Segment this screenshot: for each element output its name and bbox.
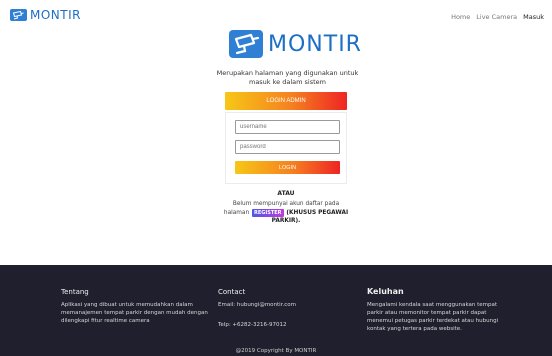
top-navbar: MONTIR Home Live Camera Masuk	[0, 0, 552, 28]
cctv-camera-icon	[229, 30, 263, 58]
copyright: @2019 Copyright By MONTIR	[235, 348, 317, 354]
main-nav: Home Live Camera Masuk	[451, 13, 544, 21]
footer-phone: Telp: +6282-3216-97012	[218, 322, 287, 328]
register-note: Belum mempunyai akun daftar pada halaman…	[222, 200, 350, 226]
site-footer: Tentang Aplikasi yang dibuat untuk memud…	[0, 265, 552, 356]
hero-logo-text: MONTIR	[268, 31, 362, 57]
footer-about-title: Tentang	[61, 288, 89, 296]
hero-logo: MONTIR	[229, 30, 362, 58]
login-button[interactable]: LOGIN	[235, 161, 340, 174]
brand-link[interactable]: MONTIR	[10, 8, 81, 22]
brand-name: MONTIR	[30, 8, 81, 22]
footer-contact-title: Contact	[218, 288, 246, 296]
or-divider: ATAU	[277, 190, 295, 197]
footer-email: Email: hubungi@montir.com	[218, 302, 296, 308]
footer-complaint: Keluhan Mengalami kendala saat menggunak…	[367, 287, 507, 333]
footer-about-text: Aplikasi yang dibuat untuk memudahkan da…	[61, 302, 208, 324]
password-input[interactable]	[235, 140, 340, 154]
nav-masuk[interactable]: Masuk	[523, 13, 544, 21]
nav-home[interactable]: Home	[451, 13, 470, 21]
footer-contact: Contact Email: hubungi@montir.com Telp: …	[218, 288, 338, 329]
page-subtitle: Merupakan halaman yang digunakan untuk m…	[216, 69, 359, 86]
username-input[interactable]	[235, 120, 340, 134]
register-link[interactable]: REGISTER	[252, 208, 284, 217]
footer-complaint-title: Keluhan	[367, 287, 404, 296]
login-form-card: LOGIN	[225, 112, 347, 184]
login-admin-button[interactable]: LOGIN ADMIN	[225, 92, 347, 110]
footer-about: Tentang Aplikasi yang dibuat untuk memud…	[61, 288, 211, 325]
footer-complaint-text: Mengalami kendala saat menggunakan tempa…	[367, 302, 499, 332]
cctv-camera-icon	[10, 9, 27, 21]
nav-live-camera[interactable]: Live Camera	[476, 13, 517, 21]
